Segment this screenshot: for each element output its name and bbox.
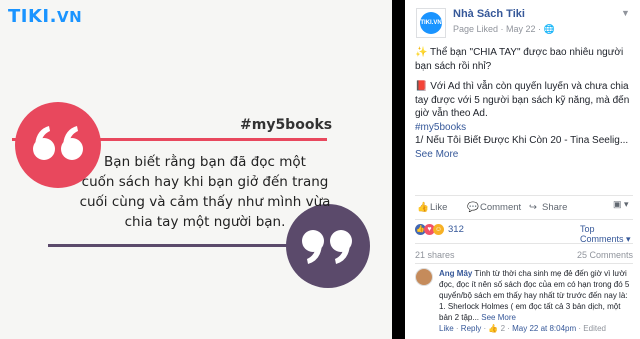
- logo-text: TIKI: [8, 6, 50, 27]
- comment-reply-link[interactable]: Reply: [461, 324, 481, 333]
- comment-actions: Like · Reply · 👍 2 · May 22 at 8:04pm · …: [439, 324, 606, 333]
- quote-line: cuốn sách hay khi bạn giở đến trang: [81, 174, 329, 190]
- globe-icon: 🌐: [543, 24, 555, 34]
- logo-suffix: VN: [56, 8, 83, 26]
- comment-label: Comment: [480, 202, 522, 213]
- post-paragraph: 📕 Với Ad thì vẫn còn quyến luyến và chưa…: [415, 80, 635, 161]
- comment-body: Ang Mây Tình từ thời cha sinh mẹ đẻ đến …: [439, 268, 635, 323]
- post-text: Với Ad thì vẫn còn quyến luyến và chưa c…: [415, 81, 630, 119]
- hashtag-link[interactable]: #my5books: [415, 122, 466, 133]
- avatar-logo: TIKI.VN: [420, 12, 442, 34]
- divider: [415, 263, 633, 264]
- comment-icon: 💬: [467, 202, 479, 213]
- quote-text: Bạn biết rằng bạn đã đọc một cuốn sách h…: [60, 152, 350, 232]
- post-actions: 👍Like 💬Comment ↪ Share ▣ ▾: [415, 199, 635, 217]
- reaction-count[interactable]: 312: [448, 224, 464, 235]
- comment-date[interactable]: May 22 at 8:04pm: [512, 324, 576, 333]
- share-label: Share: [542, 202, 568, 213]
- divider: [415, 243, 633, 244]
- viewer-frame: TIKI.VN #my5books Bạn biết rằng bạn đã đ…: [0, 0, 640, 339]
- reaction-avatar-picker[interactable]: ▣ ▾: [613, 199, 629, 210]
- post-meta: Page Liked · May 22 · 🌐: [453, 24, 555, 35]
- commenter-avatar[interactable]: [415, 268, 433, 286]
- share-button[interactable]: ↪ Share: [529, 202, 567, 213]
- share-icon: ↪: [529, 202, 537, 213]
- quote-line: cuối cùng và cảm thấy như mình vừa: [79, 194, 331, 210]
- sparkle-icon: ✨: [415, 47, 428, 58]
- page-name-link[interactable]: Nhà Sách Tiki: [453, 8, 525, 20]
- quote-line: chia tay một người bạn.: [124, 214, 286, 230]
- divider: [415, 195, 633, 196]
- post-text: Thể bạn "CHIA TAY" được bao nhiêu người …: [415, 47, 624, 72]
- post-sidebar: TIKI.VN Nhà Sách Tiki Page Liked · May 2…: [405, 0, 640, 339]
- comment-button[interactable]: 💬Comment: [467, 202, 521, 213]
- page-avatar[interactable]: TIKI.VN: [416, 8, 446, 38]
- viewer-avatar-icon: ▣: [613, 199, 622, 209]
- like-button[interactable]: 👍Like: [417, 202, 447, 213]
- see-more-link[interactable]: See More: [415, 149, 458, 160]
- separator: ·: [453, 324, 461, 333]
- photo-hashtag: #my5books: [240, 117, 333, 133]
- book-list-line: 1/ Nếu Tôi Biết Được Khi Còn 20 - Tina S…: [415, 135, 629, 146]
- tiki-logo: TIKI.VN: [8, 6, 82, 27]
- haha-reaction-icon: ☺: [433, 224, 444, 235]
- like-label: Like: [430, 202, 448, 213]
- thumbs-up-icon: 👍: [417, 202, 429, 213]
- comment-edited-label: Edited: [583, 324, 606, 333]
- post-photo[interactable]: TIKI.VN #my5books Bạn biết rằng bạn đã đ…: [0, 0, 392, 339]
- post-meta-text: Page Liked · May 22 ·: [453, 24, 544, 34]
- comment-see-more-link[interactable]: See More: [479, 313, 516, 322]
- dropdown-caret-icon: ▾: [624, 199, 629, 209]
- post-body: ✨ Thể bạn "CHIA TAY" được bao nhiêu ngườ…: [415, 46, 635, 168]
- comment-like-link[interactable]: Like: [439, 324, 454, 333]
- reactions-bar: 👍 ♥ ☺ 312 Top Comments ▾: [415, 224, 635, 244]
- quote-line: Bạn biết rằng bạn đã đọc một: [104, 154, 306, 170]
- commenter-name[interactable]: Ang Mây: [439, 269, 472, 278]
- post-paragraph: ✨ Thể bạn "CHIA TAY" được bao nhiêu ngườ…: [415, 46, 635, 73]
- logo-dot: .: [49, 6, 57, 27]
- shares-count[interactable]: 21 shares: [415, 250, 455, 260]
- comments-count: 25 Comments: [577, 250, 634, 260]
- top-comments-dropdown[interactable]: Top Comments ▾: [580, 224, 635, 245]
- thumbs-up-icon: 👍: [488, 324, 499, 333]
- book-icon: 📕: [415, 81, 428, 92]
- divider: [415, 219, 633, 220]
- post-options-chevron-icon[interactable]: ▼: [621, 8, 630, 18]
- post-header: TIKI.VN Nhà Sách Tiki Page Liked · May 2…: [405, 0, 640, 40]
